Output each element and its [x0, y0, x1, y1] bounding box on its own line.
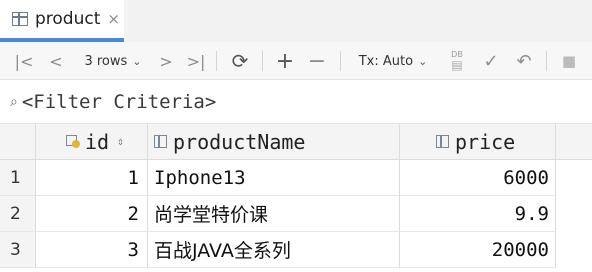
sort-icon[interactable]: ⇕: [117, 135, 124, 148]
row-number: 2: [0, 196, 36, 232]
add-row-icon[interactable]: +: [274, 42, 296, 80]
refresh-icon[interactable]: ⟳: [228, 42, 252, 80]
row-number: 3: [0, 232, 36, 268]
search-icon: ⌕: [10, 93, 18, 110]
column-icon: [154, 135, 167, 148]
table-row[interactable]: 3 3 百战JAVA全系列 20000: [0, 232, 592, 268]
commit-icon[interactable]: ✓: [480, 42, 502, 80]
table-row[interactable]: 1 1 Iphone13 6000: [0, 160, 592, 196]
filter-bar[interactable]: ⌕ <Filter Criteria>: [0, 80, 592, 124]
table-row[interactable]: 2 2 尚学堂特价课 9.9: [0, 196, 592, 232]
column-label: id: [85, 129, 110, 154]
row-number: 1: [0, 160, 36, 196]
filter-input[interactable]: <Filter Criteria>: [22, 91, 216, 113]
results-grid: id ⇕ productName price 1 1 Iphone13 6000…: [0, 124, 592, 272]
column-header-id[interactable]: id ⇕: [36, 124, 148, 159]
results-toolbar: |< < 3 rows ⌄ > >| ⟳ + − Tx: Auto ⌄ DB ▤…: [0, 42, 592, 80]
cell-id[interactable]: 1: [36, 160, 148, 196]
db-cylinder: ▤: [451, 58, 463, 72]
transaction-mode-dropdown[interactable]: Tx: Auto ⌄: [352, 42, 434, 80]
rows-label: 3 rows: [84, 53, 128, 69]
table-icon: [12, 12, 28, 26]
cell-id[interactable]: 3: [36, 232, 148, 268]
column-label: productName: [173, 129, 306, 154]
toolbar-divider: [262, 51, 263, 71]
editor-tab-bar: product ×: [0, 0, 592, 42]
cell-id[interactable]: 2: [36, 196, 148, 232]
chevron-down-icon: ⌄: [132, 54, 142, 68]
cell-productname[interactable]: 尚学堂特价课: [148, 196, 400, 232]
first-page-icon[interactable]: |<: [14, 42, 34, 80]
header-row: id ⇕ productName price: [0, 124, 592, 160]
next-page-icon[interactable]: >: [156, 42, 176, 80]
stop-icon[interactable]: ■: [558, 42, 580, 80]
tx-mode-label: Tx: Auto: [358, 53, 414, 69]
remove-row-icon[interactable]: −: [306, 42, 328, 80]
toolbar-divider: [340, 51, 341, 71]
rows-dropdown[interactable]: 3 rows ⌄: [78, 42, 148, 80]
last-page-icon[interactable]: >|: [184, 42, 208, 80]
toolbar-divider: [546, 51, 547, 71]
cell-price[interactable]: 9.9: [400, 196, 556, 232]
rollback-icon[interactable]: ↶: [512, 42, 536, 80]
primary-key-icon: [66, 135, 80, 148]
column-header-price[interactable]: price: [400, 124, 556, 159]
column-label: price: [455, 129, 516, 154]
column-header-productname[interactable]: productName: [148, 124, 400, 159]
cell-price[interactable]: 6000: [400, 160, 556, 196]
cell-productname[interactable]: Iphone13: [148, 160, 400, 196]
cell-productname[interactable]: 百战JAVA全系列: [148, 232, 400, 268]
chevron-down-icon: ⌄: [418, 54, 428, 68]
tab-label: product: [35, 9, 101, 29]
row-number-header: [0, 124, 36, 159]
column-icon: [436, 135, 449, 148]
database-icon[interactable]: DB ▤: [446, 42, 468, 80]
cell-price[interactable]: 20000: [400, 232, 556, 268]
previous-page-icon[interactable]: <: [46, 42, 66, 80]
close-icon[interactable]: ×: [107, 10, 120, 28]
tab-product[interactable]: product ×: [0, 0, 124, 42]
toolbar-divider: [216, 51, 217, 71]
